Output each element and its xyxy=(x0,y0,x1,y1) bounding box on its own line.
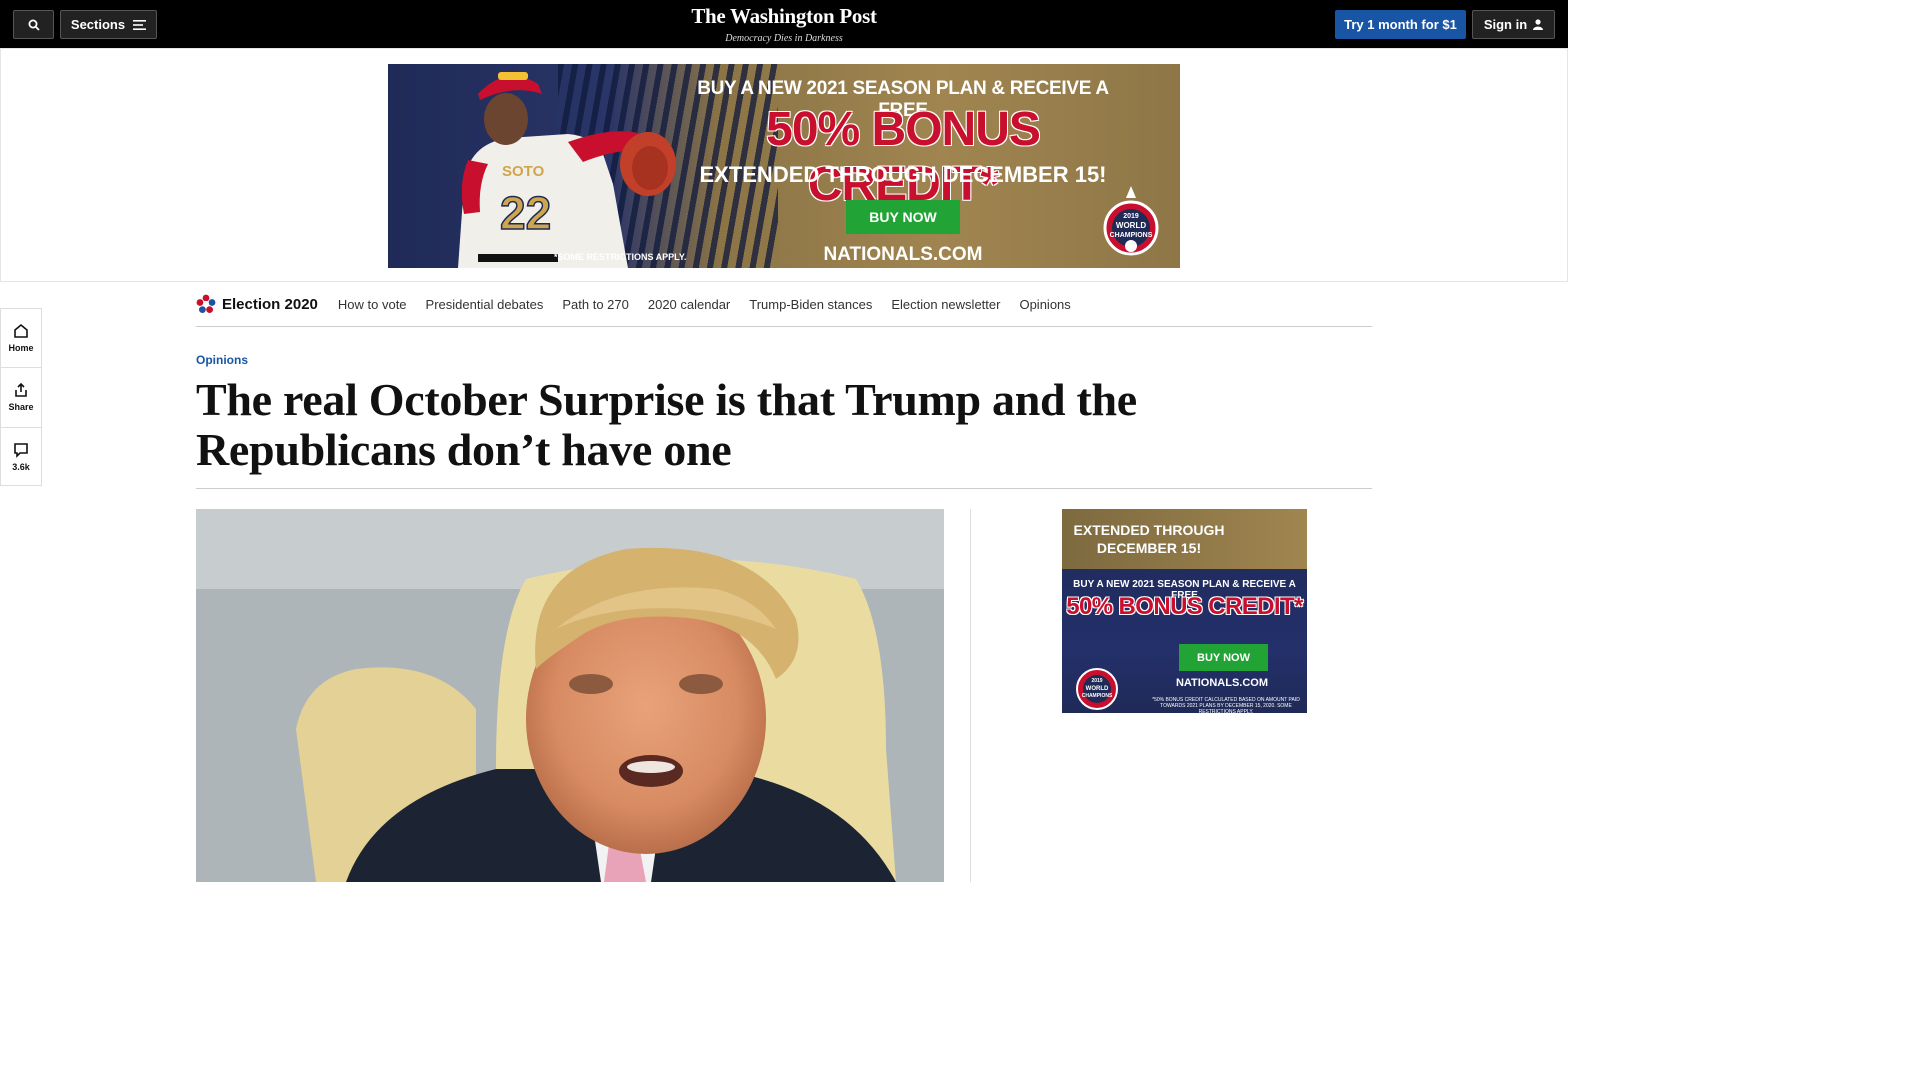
subnav-link-presidential-debates[interactable]: Presidential debates xyxy=(426,297,544,312)
subnav-link-how-to-vote[interactable]: How to vote xyxy=(338,297,407,312)
comment-count: 3.6k xyxy=(12,462,30,472)
election-star-icon xyxy=(196,294,216,313)
ad-extended-text: EXTENDED THROUGH DECEMBER 15! xyxy=(1073,522,1225,556)
ad-site-url: NATIONALS.COM xyxy=(1175,677,1269,689)
user-icon xyxy=(1533,19,1544,30)
top-navigation-bar: Sections The Washington Post Democracy D… xyxy=(0,0,1568,48)
baseball-player-image: 22 SOTO xyxy=(458,72,676,268)
subnav-link-election-newsletter[interactable]: Election newsletter xyxy=(891,297,1000,312)
badge-year: 2019 xyxy=(1091,678,1102,684)
top-banner-ad[interactable]: 22 SOTO BUY A NEW 2021 SEASON PLAN & REC… xyxy=(388,64,1180,268)
lead-photo-illustration xyxy=(196,509,944,882)
subscribe-trial-button[interactable]: Try 1 month for $1 xyxy=(1335,10,1466,39)
hamburger-icon xyxy=(133,19,147,30)
left-action-rail: Home Share 3.6k xyxy=(0,308,42,486)
election-2020-title: Election 2020 xyxy=(222,295,318,313)
article-headline: The real October Surprise is that Trump … xyxy=(196,374,1137,475)
ad-bonus-text: 50% BONUS CREDIT* xyxy=(766,103,1041,211)
search-icon xyxy=(28,19,40,31)
ad-extended-text: EXTENDED THROUGH DECEMBER 15! xyxy=(699,162,1107,187)
home-icon xyxy=(14,323,28,338)
tagline: Democracy Dies in Darkness xyxy=(725,33,843,44)
ad-site-url: NATIONALS.COM xyxy=(823,244,983,265)
badge-year: 2019 xyxy=(1123,213,1139,220)
world-champions-badge-icon: 2019 WORLD CHAMPIONS xyxy=(1103,186,1159,256)
section-kicker-link[interactable]: Opinions xyxy=(196,353,248,367)
column-divider xyxy=(970,509,971,882)
ad-bonus-text: 50% BONUS CREDIT* xyxy=(1066,593,1303,620)
washington-post-logo: The Washington Post xyxy=(691,4,877,28)
share-icon xyxy=(15,382,27,397)
search-button[interactable] xyxy=(13,10,54,39)
comments-button[interactable]: 3.6k xyxy=(1,428,41,486)
subnav-link-opinions[interactable]: Opinions xyxy=(1019,297,1070,312)
subnav-link-2020-calendar[interactable]: 2020 calendar xyxy=(648,297,730,312)
home-label: Home xyxy=(8,343,34,353)
ad-buy-now-button[interactable]: BUY NOW xyxy=(1179,644,1268,671)
comment-icon xyxy=(14,443,28,458)
badge-line2: CHAMPIONS xyxy=(1082,693,1113,699)
jersey-number: 22 xyxy=(500,187,551,239)
ad-buy-now-button[interactable]: BUY NOW xyxy=(846,200,960,234)
subnav-link-trump-biden-stances[interactable]: Trump-Biden stances xyxy=(749,297,872,312)
sections-label: Sections xyxy=(70,17,126,32)
world-champions-badge-icon: 2019 WORLD CHAMPIONS xyxy=(1076,668,1118,710)
share-button[interactable]: Share xyxy=(1,368,41,426)
badge-line2: CHAMPIONS xyxy=(1110,232,1153,239)
ad-fine-print: *50% BONUS CREDIT CALCULATED BASED ON AM… xyxy=(1152,697,1300,713)
election-subnav: Election 2020 How to vote Presidential d… xyxy=(196,282,1372,327)
headline-divider xyxy=(196,488,1372,489)
sidebar-ad[interactable]: EXTENDED THROUGH DECEMBER 15! BUY A NEW … xyxy=(1062,509,1307,713)
share-label: Share xyxy=(8,402,34,412)
badge-line1: WORLD xyxy=(1116,221,1146,230)
badge-line1: WORLD xyxy=(1086,686,1109,692)
sections-menu-button[interactable]: Sections xyxy=(60,10,157,39)
subnav-link-path-to-270[interactable]: Path to 270 xyxy=(562,297,629,312)
election-2020-link[interactable]: Election 2020 xyxy=(196,294,318,314)
brand-logo-link[interactable]: The Washington Post Democracy Dies in Da… xyxy=(684,5,884,44)
ad-fine-print: *SOME RESTRICTIONS APPLY. xyxy=(554,252,687,262)
jersey-name: SOTO xyxy=(502,163,545,180)
home-button[interactable]: Home xyxy=(1,309,41,367)
lead-photo xyxy=(196,509,944,882)
sign-in-button[interactable]: Sign in xyxy=(1472,10,1555,39)
sign-in-label: Sign in xyxy=(1483,17,1528,32)
